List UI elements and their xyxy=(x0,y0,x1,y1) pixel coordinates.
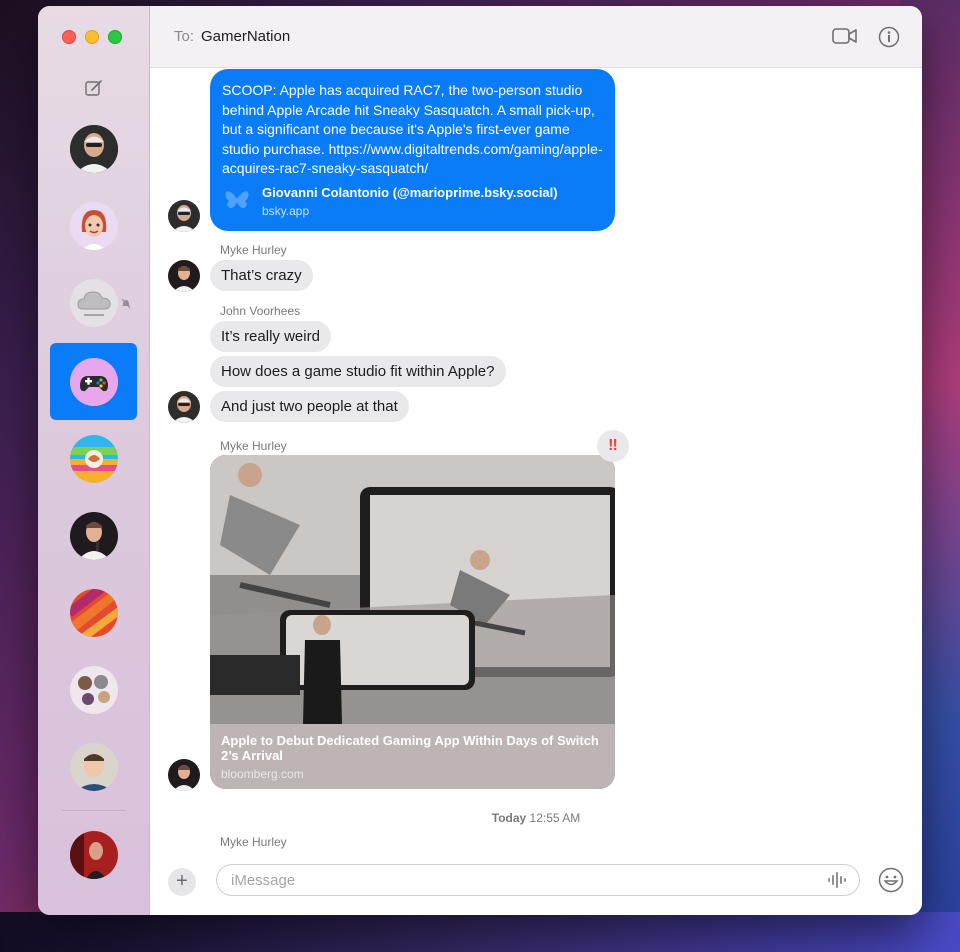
to-label: To: xyxy=(174,28,195,45)
avatar xyxy=(69,742,118,791)
message-bubble-incoming[interactable]: It’s really weird xyxy=(210,321,331,352)
sender-name: John Voorhees xyxy=(220,304,301,318)
avatar-john-voorhees xyxy=(168,391,200,423)
conversation-8[interactable] xyxy=(50,651,137,728)
timestamp-time: 12:55 AM xyxy=(529,811,581,825)
avatar xyxy=(69,124,118,173)
message-bubble-incoming[interactable]: How does a game studio fit within Apple? xyxy=(210,356,506,387)
conversation-10[interactable] xyxy=(50,816,137,893)
butterfly-icon xyxy=(224,189,250,216)
conversation-5[interactable] xyxy=(50,420,137,497)
conversation-9[interactable] xyxy=(50,728,137,805)
avatar xyxy=(69,278,118,327)
sidebar xyxy=(38,6,150,915)
emoji-icon[interactable] xyxy=(878,867,904,898)
composer-bar: + xyxy=(150,856,922,915)
conversation-header: To: GamerNation xyxy=(150,6,922,68)
link-title: Giovanni Colantonio (@marioprime.bsky.so… xyxy=(262,185,558,200)
messages-window: To: GamerNation SCOOP: Apple has acquire… xyxy=(38,6,922,915)
conversation-6[interactable] xyxy=(50,497,137,574)
avatar xyxy=(69,357,118,406)
link-preview-caption: Apple to Debut Dedicated Gaming App With… xyxy=(210,724,615,789)
avatar xyxy=(69,511,118,560)
timestamp-day: Today xyxy=(491,811,527,825)
video-camera-icon[interactable] xyxy=(832,27,858,50)
sidebar-divider xyxy=(62,810,126,811)
avatar xyxy=(69,201,118,250)
add-attachment-button[interactable]: + xyxy=(168,868,196,896)
conversation-7[interactable] xyxy=(50,574,137,651)
avatar-myke-hurley xyxy=(168,759,200,791)
compose-icon[interactable] xyxy=(84,78,104,98)
window-controls xyxy=(62,30,122,44)
minimize-window-button[interactable] xyxy=(85,30,99,44)
link-preview-card[interactable]: Apple to Debut Dedicated Gaming App With… xyxy=(210,455,615,789)
close-window-button[interactable] xyxy=(62,30,76,44)
info-icon[interactable] xyxy=(878,26,900,53)
message-text: SCOOP: Apple has acquired RAC7, the two-… xyxy=(222,82,603,176)
message-input[interactable] xyxy=(216,864,860,896)
link-source: bloomberg.com xyxy=(221,767,304,781)
avatar xyxy=(69,665,118,714)
avatar xyxy=(69,830,118,879)
message-bubble-incoming[interactable]: That’s crazy xyxy=(210,260,313,291)
link-preview-image xyxy=(210,455,615,724)
audio-waveform-icon[interactable] xyxy=(827,871,849,894)
conversation-1[interactable] xyxy=(50,110,137,187)
conversation-gamernation[interactable] xyxy=(50,343,137,420)
link-title: Apple to Debut Dedicated Gaming App With… xyxy=(221,733,599,763)
conversation-pane: To: GamerNation SCOOP: Apple has acquire… xyxy=(150,6,922,915)
recipient-name[interactable]: GamerNation xyxy=(201,28,290,45)
zoom-window-button[interactable] xyxy=(108,30,122,44)
avatar xyxy=(69,588,118,637)
conversation-3[interactable] xyxy=(50,264,137,341)
message-bubble-incoming[interactable]: And just two people at that xyxy=(210,391,409,422)
sender-name: Myke Hurley xyxy=(220,439,287,453)
sender-name: Myke Hurley xyxy=(220,835,287,849)
timestamp: Today 12:55 AM xyxy=(150,811,922,825)
conversation-2[interactable] xyxy=(50,187,137,264)
avatar xyxy=(69,434,118,483)
tapback-exclamation[interactable]: ‼ xyxy=(597,430,629,462)
link-source: bsky.app xyxy=(262,204,310,218)
muted-bell-icon xyxy=(121,296,131,314)
message-bubble-outgoing-link[interactable]: SCOOP: Apple has acquired RAC7, the two-… xyxy=(210,69,615,231)
avatar-myke-hurley xyxy=(168,260,200,292)
avatar-john-voorhees xyxy=(168,200,200,232)
sender-name: Myke Hurley xyxy=(220,243,287,257)
